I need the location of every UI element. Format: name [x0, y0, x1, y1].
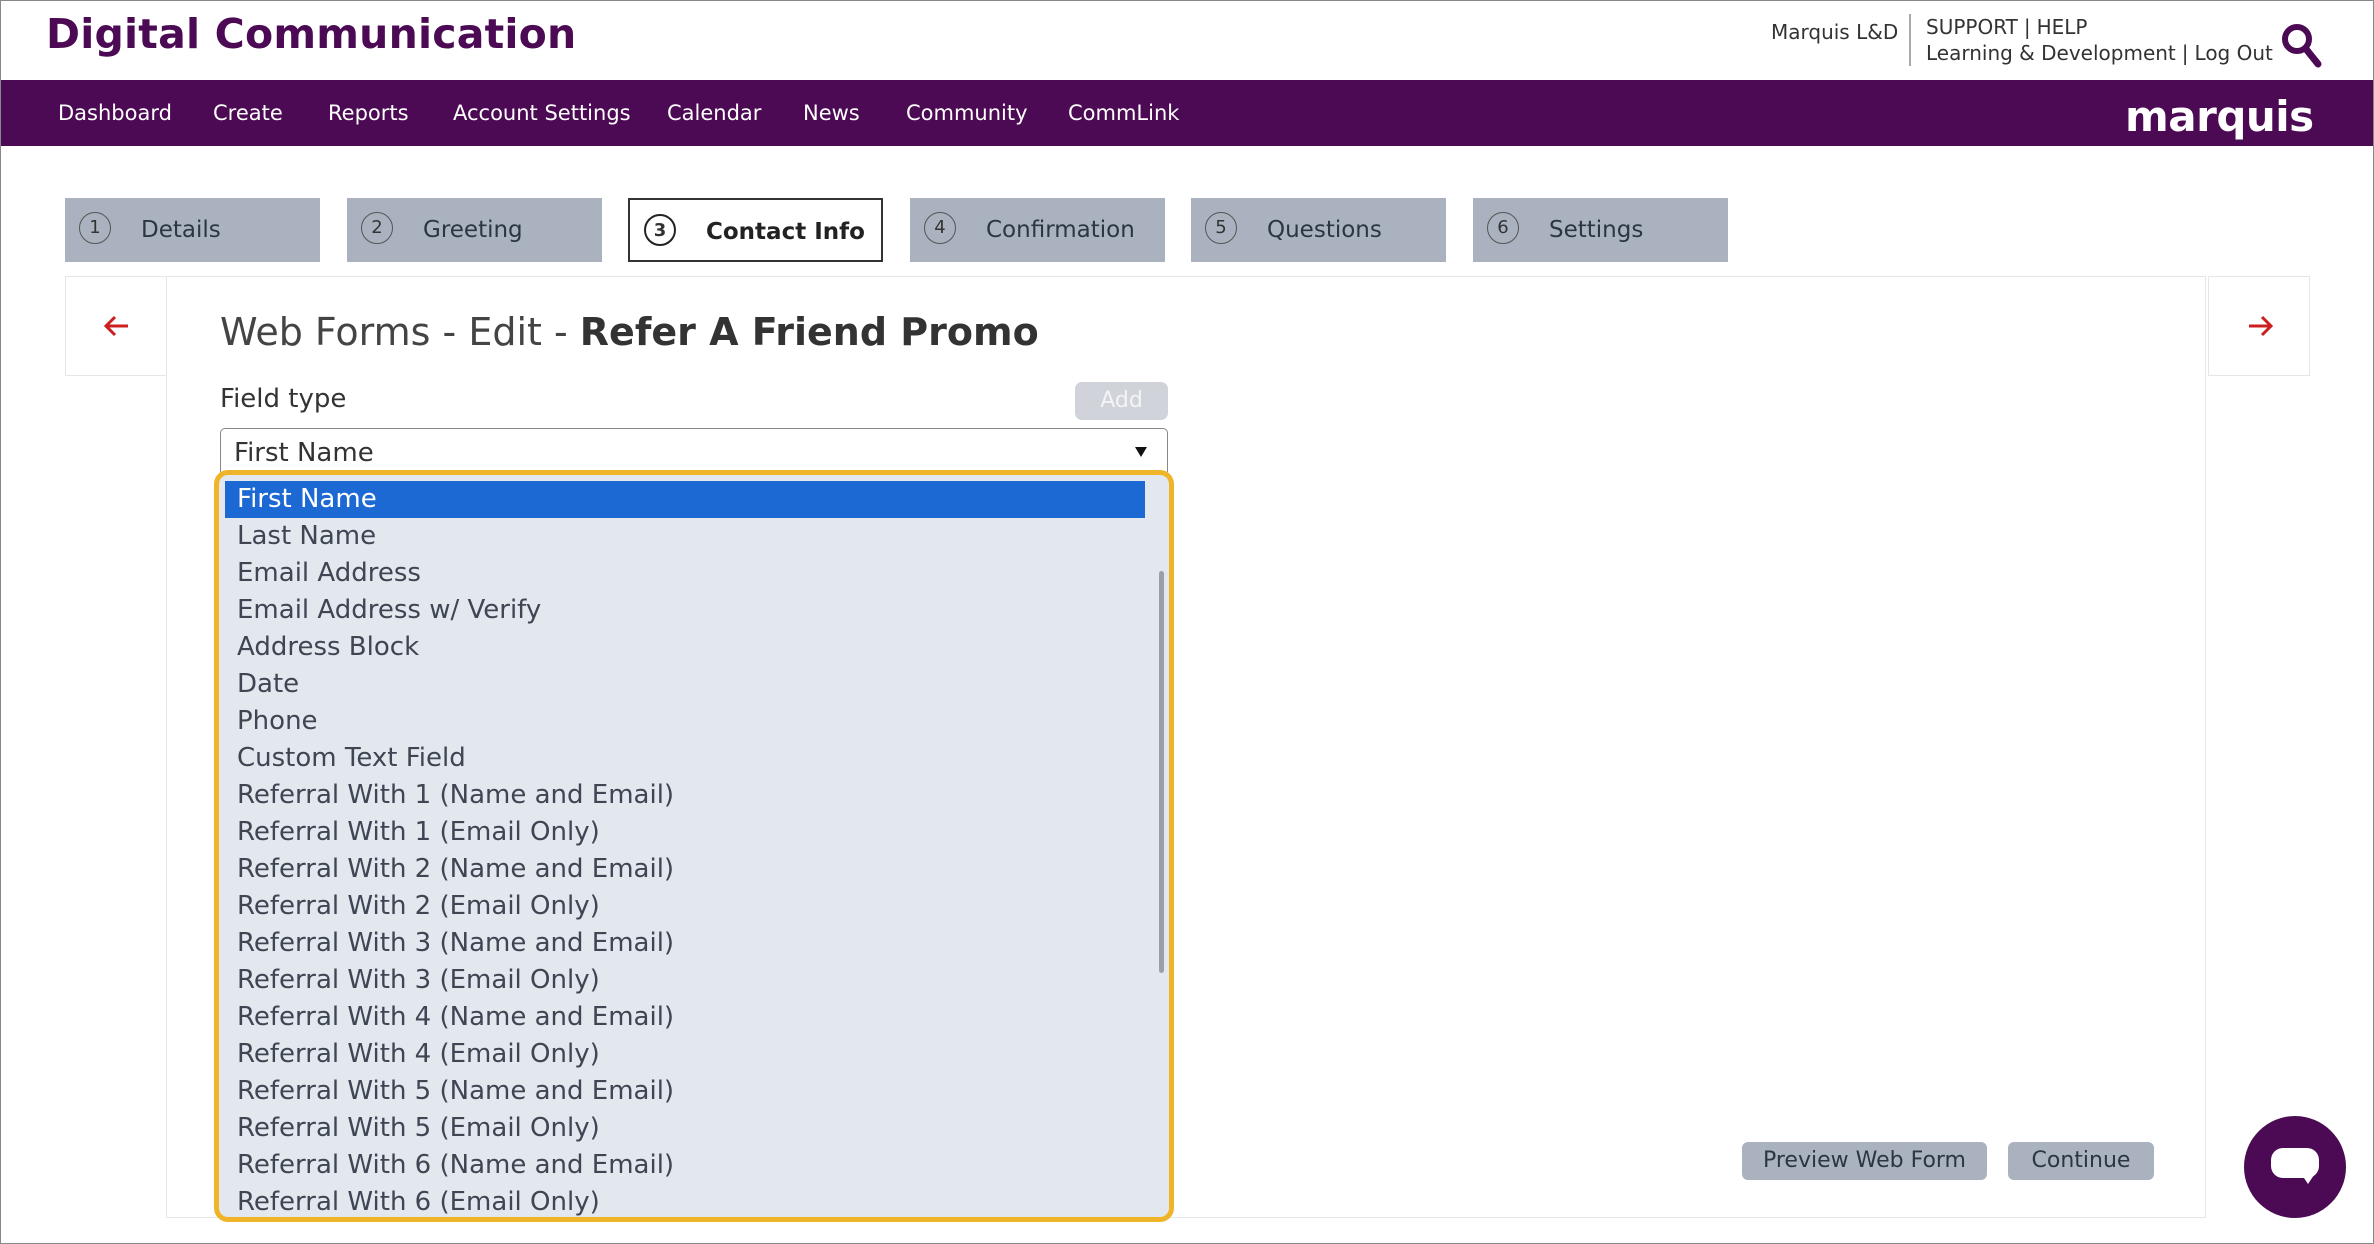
arrow-left-icon — [103, 315, 128, 337]
dropdown-option[interactable]: Referral With 5 (Name and Email) — [225, 1073, 1145, 1110]
step-label: Contact Info — [706, 219, 865, 245]
nav-account-settings[interactable]: Account Settings — [453, 80, 631, 146]
org-name: Marquis L&D — [1771, 20, 1899, 44]
dropdown-option[interactable]: Referral With 3 (Name and Email) — [225, 925, 1145, 962]
step-number: 4 — [924, 212, 956, 244]
arrow-right-icon — [2249, 315, 2274, 337]
dropdown-option[interactable]: Custom Text Field — [225, 740, 1145, 777]
field-type-dropdown-list[interactable]: First Name Last Name Email Address Email Ad… — [214, 470, 1174, 1222]
step-label: Questions — [1267, 217, 1382, 243]
dropdown-option[interactable]: Referral With 6 (Name and Email) — [225, 1147, 1145, 1184]
dropdown-scrollbar[interactable] — [1159, 571, 1164, 973]
dropdown-option[interactable]: Referral With 4 (Name and Email) — [225, 999, 1145, 1036]
caret-down-icon — [1135, 447, 1147, 457]
dropdown-option[interactable]: Email Address — [225, 555, 1145, 592]
app-title: Digital Communication — [46, 10, 577, 58]
field-type-label: Field type — [220, 384, 347, 414]
prev-step-button[interactable] — [65, 276, 167, 376]
dropdown-option[interactable]: Phone — [225, 703, 1145, 740]
header-links: SUPPORT | HELP Learning & Development | Log … — [1926, 15, 2273, 65]
step-number: 2 — [361, 212, 393, 244]
dropdown-option[interactable]: First Name — [225, 481, 1145, 518]
main-nav: Dashboard Create Reports Account Setting… — [0, 80, 2374, 146]
step-number: 5 — [1205, 212, 1237, 244]
dropdown-option[interactable]: Referral With 1 (Email Only) — [225, 814, 1145, 851]
dropdown-option[interactable]: Email Address w/ Verify — [225, 592, 1145, 629]
step-greeting[interactable]: 2 Greeting — [347, 198, 602, 262]
app-header: Digital Communication Marquis L&D SUPPOR… — [0, 0, 2374, 80]
next-step-button[interactable] — [2208, 276, 2310, 376]
search-icon[interactable] — [2280, 22, 2324, 70]
nav-commlink[interactable]: CommLink — [1068, 80, 1179, 146]
dropdown-option[interactable]: Date — [225, 666, 1145, 703]
dropdown-option[interactable]: Address Block — [225, 629, 1145, 666]
step-details[interactable]: 1 Details — [65, 198, 320, 262]
step-label: Greeting — [423, 217, 523, 243]
page-title-name: Refer A Friend Promo — [579, 310, 1039, 354]
dropdown-option[interactable]: Referral With 6 (Email Only) — [225, 1184, 1145, 1217]
dropdown-option[interactable]: Referral With 4 (Email Only) — [225, 1036, 1145, 1073]
org-long-name: Learning & Development — [1926, 41, 2176, 65]
logout-link[interactable]: Log Out — [2195, 41, 2273, 65]
header-divider — [1909, 14, 1911, 66]
page-title: Web Forms - Edit - Refer A Friend Promo — [220, 310, 1039, 354]
step-confirmation[interactable]: 4 Confirmation — [910, 198, 1165, 262]
page-title-prefix: Web Forms - Edit - — [220, 310, 580, 354]
step-label: Confirmation — [986, 217, 1135, 243]
step-number: 1 — [79, 212, 111, 244]
nav-create[interactable]: Create — [213, 80, 283, 146]
help-link[interactable]: HELP — [2037, 15, 2088, 39]
nav-community[interactable]: Community — [906, 80, 1028, 146]
dropdown-option[interactable]: Referral With 5 (Email Only) — [225, 1110, 1145, 1147]
step-number: 6 — [1487, 212, 1519, 244]
dropdown-option[interactable]: Referral With 2 (Email Only) — [225, 888, 1145, 925]
nav-news[interactable]: News — [803, 80, 860, 146]
step-label: Details — [141, 217, 221, 243]
dropdown-option[interactable]: Referral With 1 (Name and Email) — [225, 777, 1145, 814]
nav-reports[interactable]: Reports — [328, 80, 409, 146]
step-number: 3 — [644, 214, 676, 246]
step-settings[interactable]: 6 Settings — [1473, 198, 1728, 262]
support-link[interactable]: SUPPORT — [1926, 15, 2018, 39]
chat-button[interactable] — [2244, 1116, 2346, 1218]
nav-dashboard[interactable]: Dashboard — [58, 80, 172, 146]
dropdown-option[interactable]: Referral With 2 (Name and Email) — [225, 851, 1145, 888]
dropdown-option[interactable]: Last Name — [225, 518, 1145, 555]
dropdown-option[interactable]: Referral With 3 (Email Only) — [225, 962, 1145, 999]
brand-logo: marquis — [2125, 92, 2314, 141]
add-field-button[interactable]: Add — [1075, 382, 1168, 420]
preview-web-form-button[interactable]: Preview Web Form — [1742, 1142, 1987, 1180]
step-label: Settings — [1549, 217, 1644, 243]
step-contact-info[interactable]: 3 Contact Info — [628, 198, 883, 262]
continue-button[interactable]: Continue — [2008, 1142, 2154, 1180]
field-type-select[interactable]: First Name — [220, 428, 1168, 476]
step-questions[interactable]: 5 Questions — [1191, 198, 1446, 262]
nav-calendar[interactable]: Calendar — [667, 80, 761, 146]
